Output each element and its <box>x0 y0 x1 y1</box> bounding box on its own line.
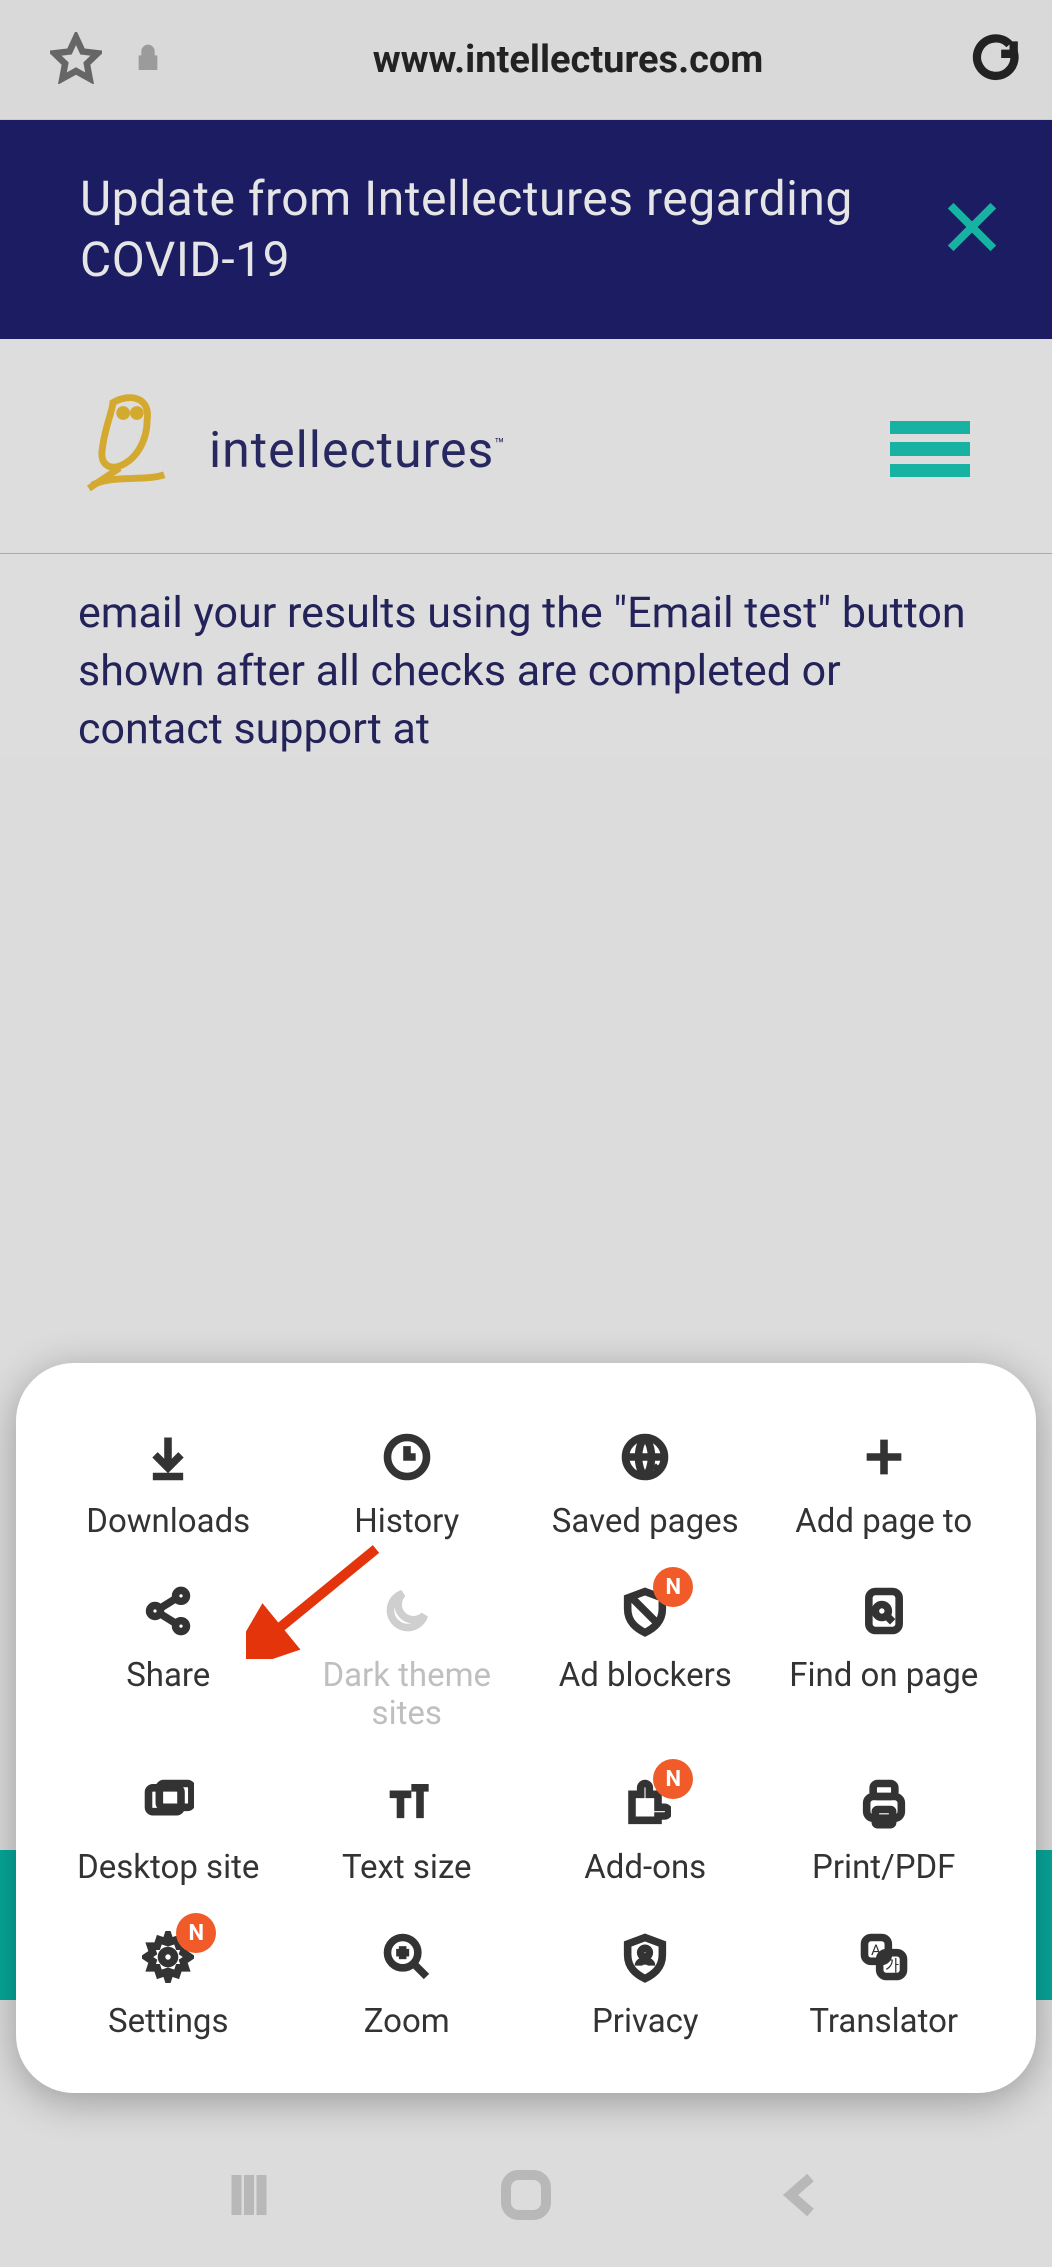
menu-item-label: Text size <box>342 1849 472 1887</box>
close-icon[interactable] <box>940 195 1004 263</box>
svg-text:가: 가 <box>885 1957 899 1975</box>
share-icon <box>138 1581 198 1641</box>
menu-item-label: Add-ons <box>584 1849 706 1887</box>
translate-icon: A가 <box>854 1927 914 1987</box>
reload-icon[interactable] <box>972 33 1022 87</box>
menu-item-zoom[interactable]: Zoom <box>291 1927 524 2041</box>
menu-item-text-size[interactable]: Text size <box>291 1773 524 1887</box>
url-text[interactable]: www.intellectures.com <box>164 38 972 82</box>
menu-item-translator[interactable]: A가 Translator <box>768 1927 1001 2041</box>
download-icon <box>138 1427 198 1487</box>
site-header: intellectures™ <box>0 339 1052 554</box>
covid-banner: Update from Intellectures regarding COVI… <box>0 120 1052 339</box>
shield-icon: N <box>615 1581 675 1641</box>
menu-item-privacy[interactable]: Privacy <box>529 1927 762 2041</box>
menu-item-label: Downloads <box>86 1503 250 1541</box>
globe-save-icon <box>615 1427 675 1487</box>
home-button[interactable] <box>496 2165 556 2229</box>
system-nav-bar <box>0 2127 1052 2267</box>
zoom-plus-icon <box>377 1927 437 1987</box>
find-page-icon <box>854 1581 914 1641</box>
printer-icon <box>854 1773 914 1833</box>
bookmark-star-icon[interactable] <box>50 32 102 88</box>
browser-menu-sheet: Downloads History Saved pages Add page to Sh… <box>16 1363 1036 2093</box>
privacy-shield-icon <box>615 1927 675 1987</box>
menu-item-add-page-to[interactable]: Add page to <box>768 1427 1001 1541</box>
menu-item-label: Dark theme sites <box>291 1657 524 1733</box>
menu-item-settings[interactable]: N Settings <box>52 1927 285 2041</box>
clock-icon <box>377 1427 437 1487</box>
red-arrow-annotation <box>246 1539 386 1663</box>
recents-button[interactable] <box>219 2165 279 2229</box>
menu-item-label: Zoom <box>364 2003 450 2041</box>
notification-badge: N <box>653 1567 693 1607</box>
browser-address-bar: www.intellectures.com <box>0 0 1052 120</box>
back-button[interactable] <box>773 2165 833 2229</box>
menu-item-label: Desktop site <box>77 1849 259 1887</box>
menu-item-saved-pages[interactable]: Saved pages <box>529 1427 762 1541</box>
plus-icon <box>854 1427 914 1487</box>
lock-icon <box>132 42 164 78</box>
menu-item-label: Print/PDF <box>812 1849 955 1887</box>
gear-icon: N <box>138 1927 198 1987</box>
menu-item-downloads[interactable]: Downloads <box>52 1427 285 1541</box>
menu-item-history[interactable]: History <box>291 1427 524 1541</box>
page-content: email your results using the "Email test… <box>0 554 1052 758</box>
menu-item-label: Share <box>126 1657 210 1695</box>
menu-item-label: History <box>354 1503 459 1541</box>
content-text: email your results using the "Email test… <box>78 584 972 758</box>
menu-item-label: Add page to <box>795 1503 972 1541</box>
menu-item-find-on-page[interactable]: Find on page <box>768 1581 1001 1733</box>
menu-item-label: Saved pages <box>552 1503 739 1541</box>
svg-text:A: A <box>871 1941 881 1959</box>
menu-item-add-ons[interactable]: N Add-ons <box>529 1773 762 1887</box>
hamburger-menu-icon[interactable] <box>888 421 972 481</box>
menu-item-ad-blockers[interactable]: N Ad blockers <box>529 1581 762 1733</box>
banner-text: Update from Intellectures regarding COVI… <box>80 168 940 291</box>
desktop-icon <box>138 1773 198 1833</box>
menu-item-desktop-site[interactable]: Desktop site <box>52 1773 285 1887</box>
menu-item-label: Privacy <box>592 2003 699 2041</box>
text-size-icon <box>377 1773 437 1833</box>
brand-name: intellectures™ <box>209 422 505 480</box>
notification-badge: N <box>653 1759 693 1799</box>
menu-item-print-pdf[interactable]: Print/PDF <box>768 1773 1001 1887</box>
menu-item-label: Translator <box>809 2003 958 2041</box>
menu-item-label: Settings <box>108 2003 229 2041</box>
puzzle-icon: N <box>615 1773 675 1833</box>
owl-logo-icon <box>75 389 185 513</box>
menu-item-label: Find on page <box>789 1657 978 1695</box>
menu-item-label: Ad blockers <box>559 1657 732 1695</box>
notification-badge: N <box>176 1913 216 1953</box>
